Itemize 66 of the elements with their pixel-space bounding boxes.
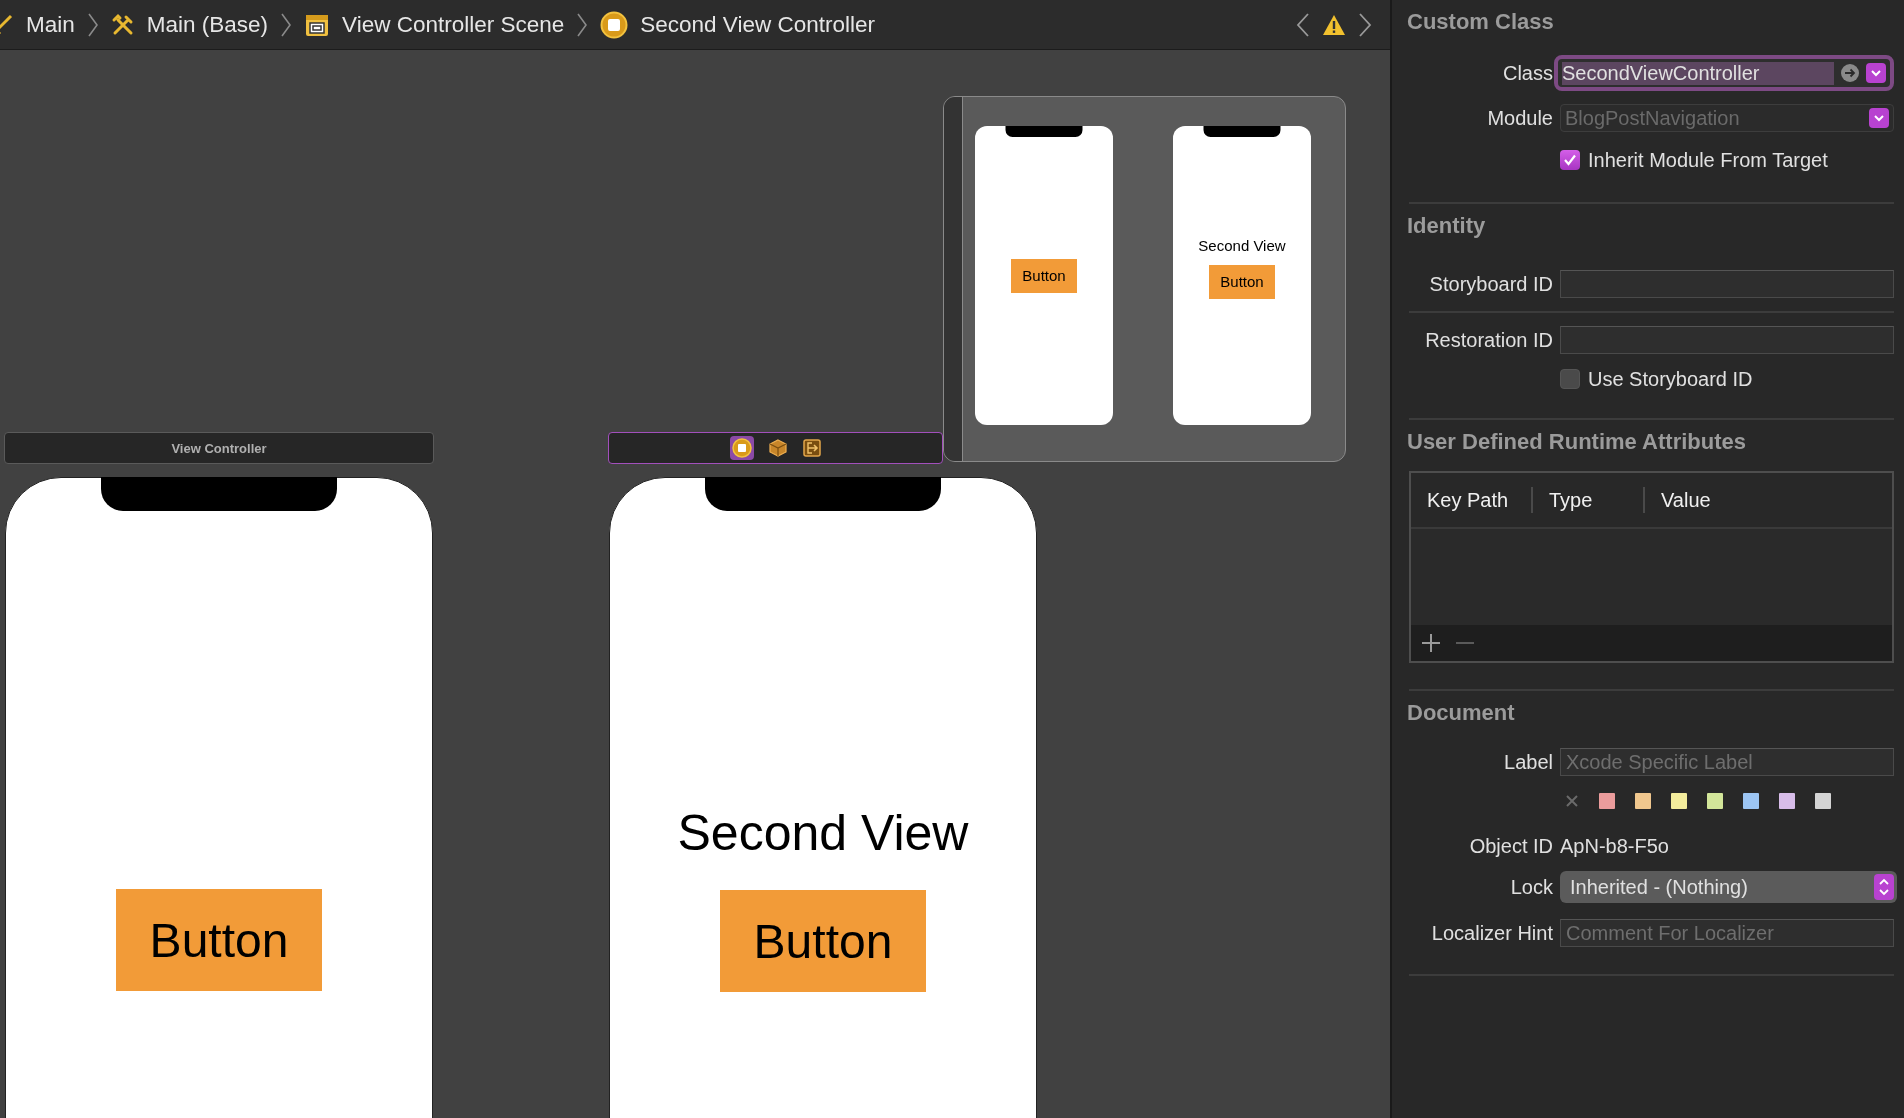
breadcrumb-item[interactable]: Second View Controller xyxy=(640,11,875,38)
view-title: Second View xyxy=(1198,236,1286,254)
app-button[interactable]: Button xyxy=(720,890,926,992)
module-field[interactable]: BlogPostNavigation xyxy=(1560,104,1894,132)
column-header: Value xyxy=(1660,488,1712,512)
breadcrumb-item[interactable]: Main xyxy=(26,11,75,38)
notch-icon xyxy=(1005,126,1083,137)
chevron-icon xyxy=(280,11,293,38)
color-swatch[interactable] xyxy=(1779,793,1795,809)
app-button[interactable]: Button xyxy=(1209,264,1275,299)
section-header: Identity xyxy=(1407,212,1487,240)
exit-icon[interactable] xyxy=(801,438,822,458)
section-header: Document xyxy=(1407,699,1516,727)
breadcrumb-item[interactable]: View Controller Scene xyxy=(342,11,565,38)
field-label: Storyboard ID xyxy=(1428,272,1553,296)
color-swatch[interactable] xyxy=(1743,793,1759,809)
cube-icon[interactable] xyxy=(767,438,788,458)
color-swatch[interactable] xyxy=(1707,793,1723,809)
stepper-icon[interactable] xyxy=(1874,874,1894,900)
storyboard-id-field[interactable] xyxy=(1560,270,1894,298)
notch-icon xyxy=(101,477,337,511)
add-icon[interactable] xyxy=(1421,633,1441,653)
field-label: Localizer Hint xyxy=(1430,921,1553,945)
forward-icon[interactable] xyxy=(1358,11,1372,38)
color-swatch[interactable] xyxy=(1815,793,1831,809)
column-header: Key Path xyxy=(1426,488,1510,512)
dropdown-icon[interactable] xyxy=(1869,108,1889,128)
section-header: Custom Class xyxy=(1407,8,1555,36)
localizer-hint-field[interactable]: Comment For Localizer xyxy=(1560,919,1894,947)
field-label: Module xyxy=(1486,106,1553,130)
back-icon[interactable] xyxy=(1296,11,1310,38)
view-controller-icon[interactable] xyxy=(729,436,754,460)
column-header: Type xyxy=(1548,488,1594,512)
label-field[interactable]: Xcode Specific Label xyxy=(1560,748,1894,776)
chevron-icon xyxy=(576,11,589,38)
object-id-value: ApN-b8-F5o xyxy=(1560,834,1670,858)
field-label: Restoration ID xyxy=(1424,328,1553,352)
notch-icon xyxy=(1203,126,1281,137)
tools-icon xyxy=(110,12,135,37)
scene-title-bar[interactable]: View Controller xyxy=(4,432,434,464)
field-label: Lock xyxy=(1509,875,1553,899)
checkbox-label: Inherit Module From Target xyxy=(1588,148,1828,172)
lock-popup[interactable]: Inherited - (Nothing) xyxy=(1560,871,1897,903)
color-swatch[interactable] xyxy=(1635,793,1651,809)
clear-icon[interactable] xyxy=(1565,794,1579,808)
controller-icon xyxy=(600,10,629,39)
checkbox[interactable] xyxy=(1560,150,1580,170)
chevron-icon xyxy=(86,11,99,38)
scene-title-bar[interactable] xyxy=(608,432,943,464)
class-field[interactable]: SecondViewController xyxy=(1554,55,1894,91)
checkbox-label: Use Storyboard ID xyxy=(1588,367,1753,391)
color-swatch[interactable] xyxy=(1599,793,1615,809)
section-header: User Defined Runtime Attributes xyxy=(1407,428,1747,456)
restoration-id-field[interactable] xyxy=(1560,326,1894,354)
warning-icon[interactable] xyxy=(1322,13,1346,36)
view-title: Second View xyxy=(677,804,969,862)
checkbox[interactable] xyxy=(1560,369,1580,389)
field-label: Object ID xyxy=(1468,834,1553,858)
app-button[interactable]: Button xyxy=(116,889,322,991)
field-label: Class xyxy=(1502,61,1553,85)
breadcrumb-item[interactable]: Main (Base) xyxy=(146,11,269,38)
notch-icon xyxy=(705,477,941,511)
color-swatch[interactable] xyxy=(1671,793,1687,809)
field-label: Label xyxy=(1503,750,1553,774)
dropdown-icon[interactable] xyxy=(1866,63,1886,83)
app-button[interactable]: Button xyxy=(1011,258,1077,293)
